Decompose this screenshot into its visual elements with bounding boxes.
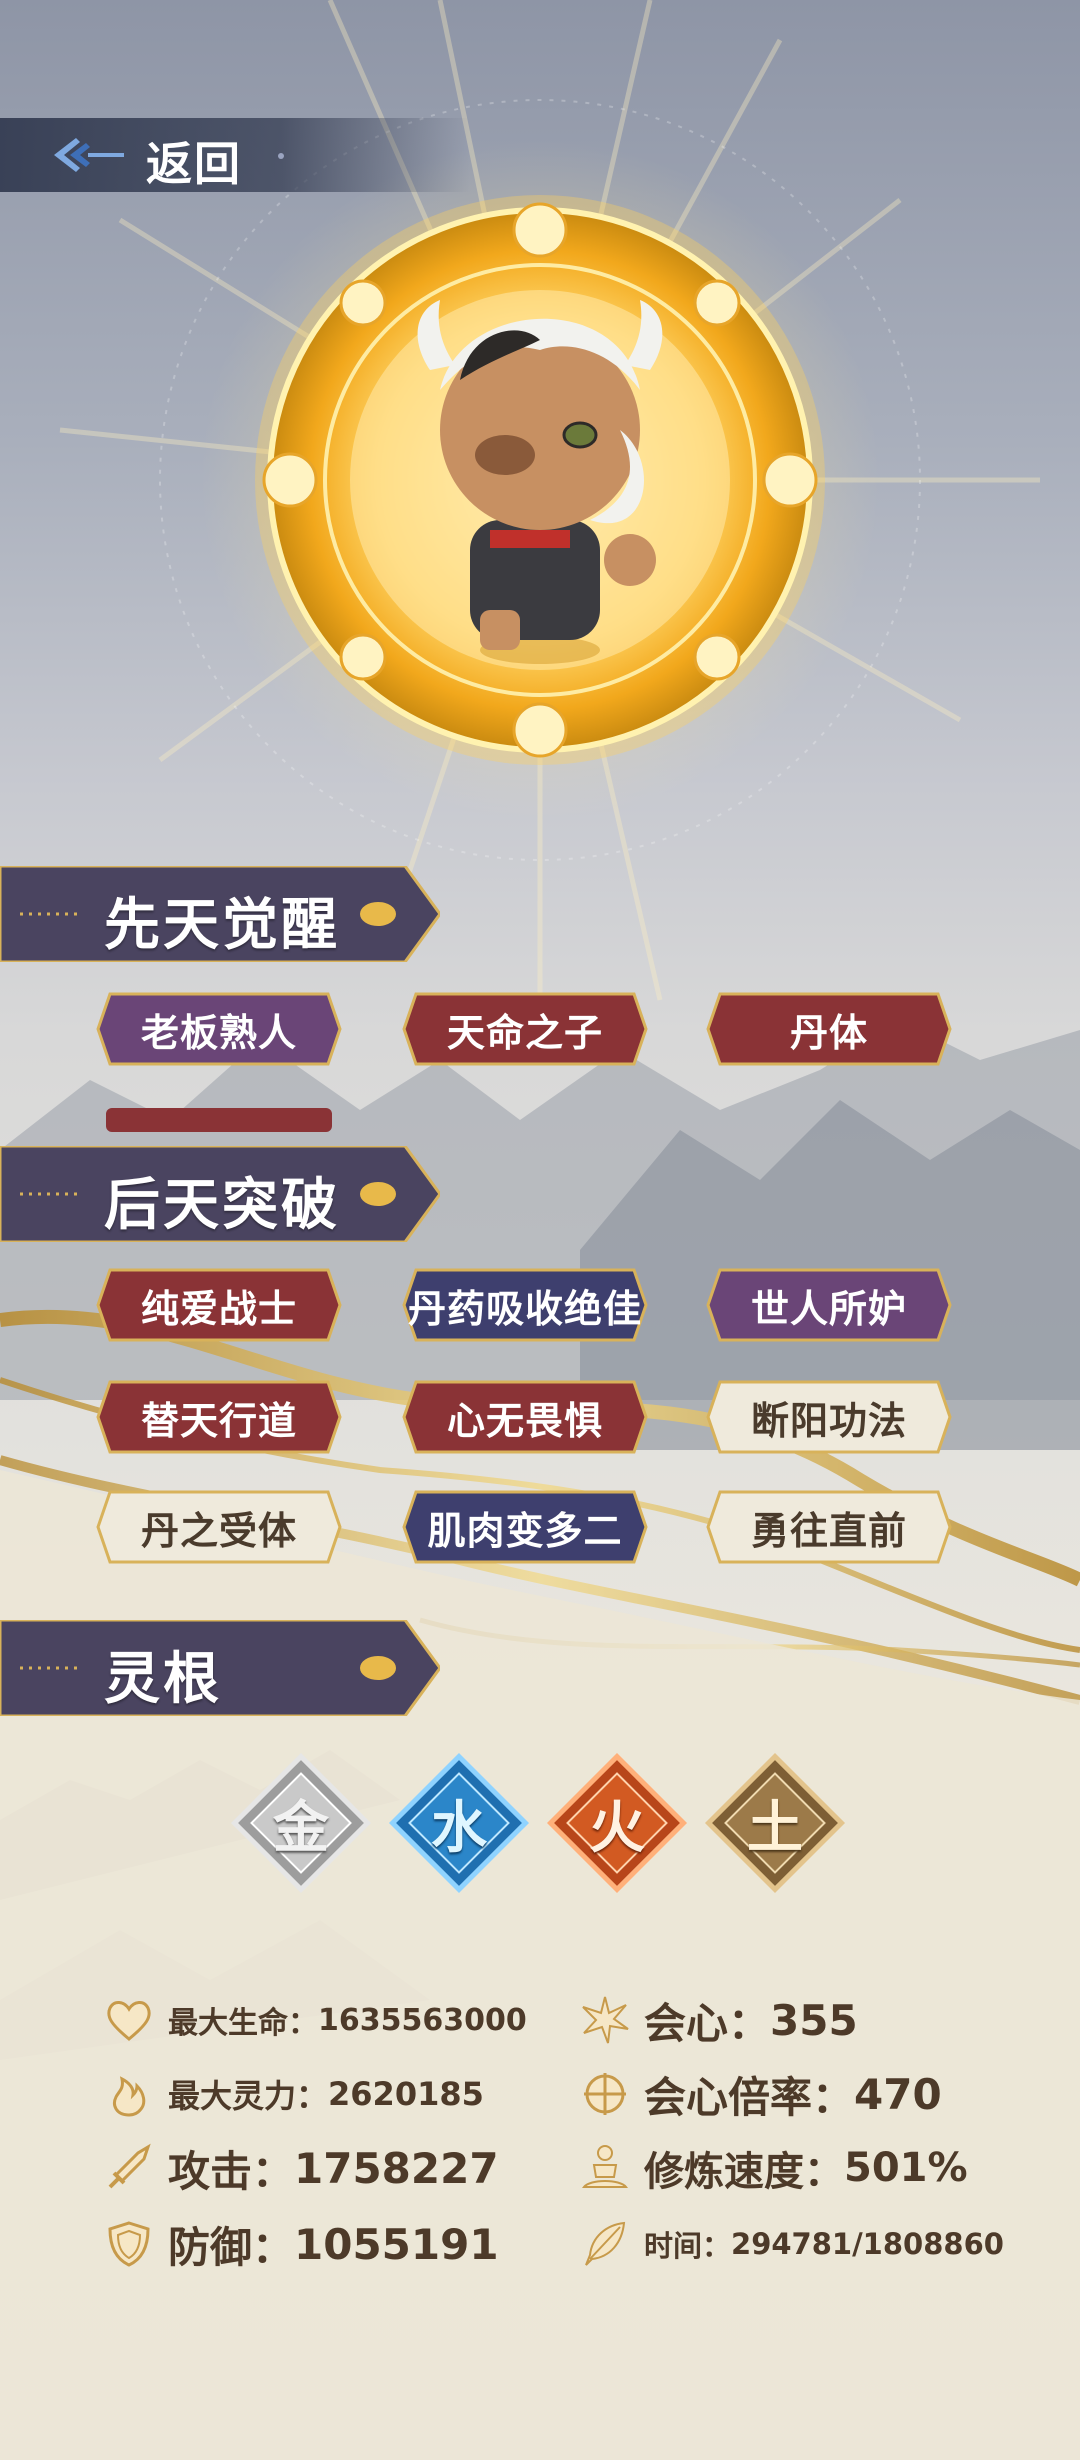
shield-icon: [108, 2221, 150, 2267]
element-metal-icon[interactable]: 金: [228, 1750, 374, 1896]
stat-value: 355: [770, 1995, 858, 2045]
acquired-tag-9[interactable]: 勇往直前: [706, 1490, 952, 1564]
hidden-tag-edge: [106, 1108, 332, 1132]
crosshair-icon: [584, 2073, 626, 2115]
element-fire-icon[interactable]: 火: [544, 1750, 690, 1896]
stat-max-spirit: 最大灵力： 2620185: [104, 2064, 484, 2124]
element-char: 水: [431, 1794, 487, 1861]
stat-time: 时间： 294781/1808860: [580, 2214, 1004, 2274]
stat-value: 501%: [844, 2145, 968, 2191]
tag-label: 丹药吸收绝佳: [407, 1286, 642, 1331]
tag-label: 替天行道: [140, 1398, 297, 1443]
innate-tag-3[interactable]: 丹体: [706, 992, 952, 1066]
tag-label: 世人所妒: [750, 1286, 907, 1331]
section-title: 灵根: [104, 1647, 222, 1712]
element-water-icon[interactable]: 水: [386, 1750, 532, 1896]
section-title: 先天觉醒: [104, 893, 340, 958]
sword-icon: [108, 2143, 151, 2189]
element-char: 金: [273, 1794, 329, 1861]
stat-label: 最大生命：: [168, 2006, 318, 2041]
section-title: 后天突破: [104, 1173, 340, 1238]
tag-label: 老板熟人: [140, 1010, 297, 1055]
section-header-innate: 先天觉醒: [0, 866, 440, 962]
stat-attack: 攻击： 1758227: [104, 2138, 499, 2198]
back-label[interactable]: 返回: [146, 128, 242, 194]
stat-crit: 会心： 355: [580, 1990, 858, 2050]
tag-label: 心无畏惧: [446, 1398, 603, 1443]
stat-label: 会心倍率：: [644, 2072, 855, 2122]
tag-label: 肌肉变多二: [427, 1508, 623, 1553]
acquired-tag-8[interactable]: 肌肉变多二: [402, 1490, 648, 1564]
stat-value: 1758227: [294, 2143, 499, 2193]
tag-label: 纯爱战士: [140, 1286, 297, 1331]
acquired-tag-1[interactable]: 纯爱战士: [96, 1268, 342, 1342]
burst-icon: [582, 1996, 629, 2044]
meditation-icon: [581, 2145, 629, 2188]
tag-label: 丹体: [789, 1010, 868, 1055]
stat-value: 2620185: [328, 2075, 484, 2113]
heart-icon: [107, 2001, 151, 2041]
stat-label: 防御：: [168, 2222, 295, 2272]
stat-value: 1635563000: [318, 2002, 527, 2038]
stat-value: 1055191: [294, 2219, 499, 2269]
innate-tag-2[interactable]: 天命之子: [402, 992, 648, 1066]
element-char: 火: [589, 1794, 645, 1861]
stat-max-hp: 最大生命： 1635563000: [104, 1990, 527, 2050]
stat-value: 470: [854, 2069, 942, 2119]
acquired-tag-3[interactable]: 世人所妒: [706, 1268, 952, 1342]
acquired-tag-6[interactable]: 断阳功法: [706, 1380, 952, 1454]
section-header-acquired: 后天突破: [0, 1146, 440, 1242]
stat-crit-multiplier: 会心倍率： 470: [580, 2064, 942, 2124]
tag-label: 断阳功法: [750, 1398, 907, 1443]
acquired-tag-7[interactable]: 丹之受体: [96, 1490, 342, 1564]
stat-value: 294781/1808860: [731, 2227, 1004, 2261]
stat-defense: 防御： 1055191: [104, 2214, 499, 2274]
acquired-tag-5[interactable]: 心无畏惧: [402, 1380, 648, 1454]
stat-label: 最大灵力：: [168, 2077, 329, 2115]
innate-tag-1[interactable]: 老板熟人: [96, 992, 342, 1066]
tag-label: 丹之受体: [140, 1508, 297, 1553]
character-avatar[interactable]: [240, 180, 840, 780]
decorative-dot: [278, 153, 284, 159]
stat-label: 时间：: [644, 2229, 732, 2263]
tag-label: 勇往直前: [750, 1508, 907, 1553]
feather-icon: [585, 2221, 626, 2266]
stat-label: 攻击：: [168, 2146, 295, 2196]
back-arrow-icon[interactable]: [50, 132, 130, 178]
stat-label: 会心：: [644, 1998, 771, 2048]
flame-icon: [113, 2076, 146, 2117]
tag-label: 天命之子: [446, 1010, 603, 1055]
element-char: 土: [747, 1794, 803, 1861]
element-earth-icon[interactable]: 土: [702, 1750, 848, 1896]
stat-cultivation-speed: 修炼速度： 501%: [580, 2138, 968, 2198]
section-header-spirit-root: 灵根: [0, 1620, 440, 1716]
acquired-tag-4[interactable]: 替天行道: [96, 1380, 342, 1454]
acquired-tag-2[interactable]: 丹药吸收绝佳: [402, 1268, 648, 1342]
stat-label: 修炼速度：: [644, 2149, 844, 2195]
